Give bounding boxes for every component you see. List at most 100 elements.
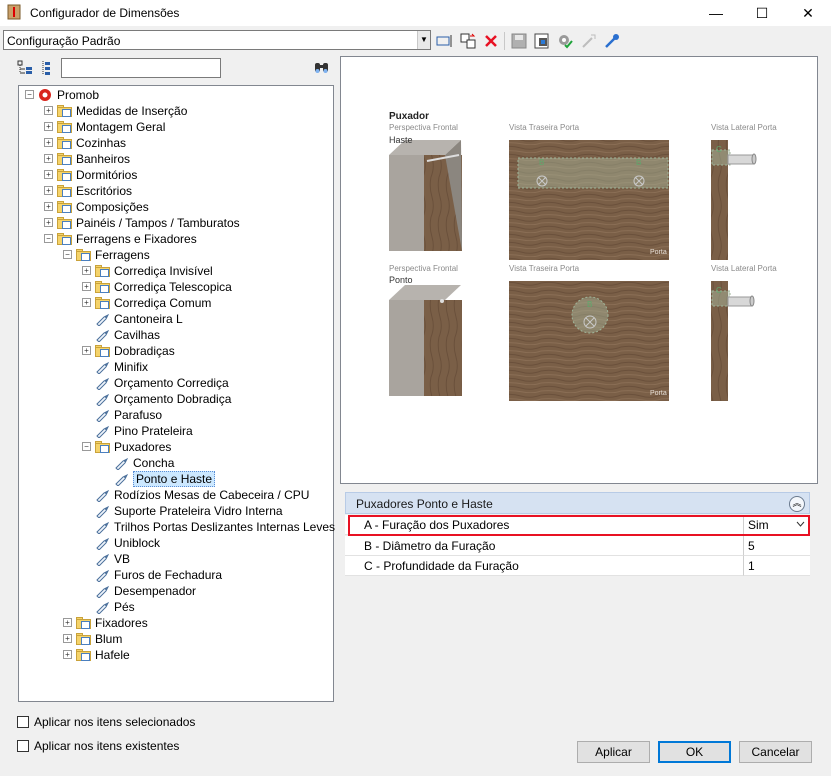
tree-item[interactable]: Trilhos Portas Deslizantes Internas Leve… <box>19 519 335 535</box>
tree-item-label: Fixadores <box>95 616 148 630</box>
apply-existing-label[interactable]: Aplicar nos itens existentes <box>34 739 179 753</box>
property-row-profundidade[interactable]: C - Profundidade da Furação 1 <box>345 556 810 576</box>
tree-item[interactable]: + Fixadores <box>19 615 329 631</box>
collapse-icon[interactable]: ︽ <box>789 496 805 512</box>
expand-icon[interactable]: + <box>44 138 53 147</box>
tree-item-label: Furos de Fechadura <box>114 568 223 582</box>
maximize-button[interactable]: ☐ <box>739 0 785 26</box>
tree-item-label: Ponto e Haste <box>133 471 216 487</box>
rename-icon[interactable] <box>436 32 454 50</box>
collapse-icon[interactable]: − <box>25 90 34 99</box>
minimize-button[interactable]: — <box>693 0 739 26</box>
tag-icon <box>95 328 111 343</box>
cancel-button[interactable]: Cancelar <box>739 741 812 763</box>
expand-icon[interactable]: + <box>82 346 91 355</box>
expand-icon[interactable]: + <box>44 202 53 211</box>
tree-item[interactable]: + Hafele <box>19 647 329 663</box>
tree-item[interactable]: Ponto e Haste <box>19 471 329 487</box>
tree-item[interactable]: + Blum <box>19 631 329 647</box>
expand-icon[interactable]: + <box>63 650 72 659</box>
tree-item[interactable]: Orçamento Dobradiça <box>19 391 329 407</box>
tree-item[interactable]: + Medidas de Inserção <box>19 103 329 119</box>
chevron-down-icon[interactable]: ▼ <box>417 31 430 49</box>
config-select[interactable]: Configuração Padrão ▼ <box>3 30 431 50</box>
tree-item[interactable]: Pino Prateleira <box>19 423 329 439</box>
expand-icon[interactable]: + <box>82 282 91 291</box>
expand-icon[interactable]: + <box>44 218 53 227</box>
expand-icon[interactable]: + <box>44 106 53 115</box>
save-icon[interactable] <box>510 32 528 50</box>
diametro-field[interactable]: 5 <box>743 536 810 556</box>
tree-item-label: Desempenador <box>114 584 197 598</box>
apply-selected-label[interactable]: Aplicar nos itens selecionados <box>34 715 195 729</box>
tree-item[interactable]: + Corrediça Comum <box>19 295 329 311</box>
settings-check-icon[interactable] <box>556 32 574 50</box>
property-group-header[interactable]: Puxadores Ponto e Haste ︽ <box>345 492 810 514</box>
copy-config-icon[interactable] <box>459 32 477 50</box>
preview-front1-caption: Perspectiva Frontal <box>389 123 458 132</box>
expand-icon[interactable]: + <box>82 298 91 307</box>
tree-item[interactable]: Suporte Prateleira Vidro Interna <box>19 503 329 519</box>
tree-item-label: Montagem Geral <box>76 120 166 134</box>
tag-icon <box>95 504 111 519</box>
tree-item[interactable]: + Corrediça Telescopica <box>19 279 329 295</box>
close-button[interactable]: ✕ <box>785 0 831 26</box>
tree-item[interactable]: Cantoneira L <box>19 311 329 327</box>
tree-item[interactable]: Furos de Fechadura <box>19 567 329 583</box>
property-row-diametro[interactable]: B - Diâmetro da Furação 5 <box>345 536 810 556</box>
tree-item[interactable]: + Banheiros <box>19 151 329 167</box>
expand-icon[interactable]: + <box>63 634 72 643</box>
folder-icon <box>76 249 92 261</box>
expand-icon[interactable]: + <box>44 122 53 131</box>
tree-item-label: Corrediça Invisível <box>114 264 213 278</box>
expand-icon[interactable]: + <box>82 266 91 275</box>
collapse-icon[interactable]: − <box>82 442 91 451</box>
tree-item[interactable]: + Dormitórios <box>19 167 329 183</box>
tree-item-label: Medidas de Inserção <box>76 104 188 118</box>
profundidade-field[interactable]: 1 <box>743 556 810 576</box>
apply-existing-checkbox[interactable] <box>17 740 29 752</box>
export-icon[interactable] <box>533 32 551 50</box>
tree-item[interactable]: + Cozinhas <box>19 135 329 151</box>
apply-selected-checkbox[interactable] <box>17 716 29 728</box>
tree-item[interactable]: − Promob <box>19 87 329 103</box>
tree-item[interactable]: Orçamento Corrediça <box>19 375 329 391</box>
tree-item[interactable]: + Escritórios <box>19 183 329 199</box>
tree-item[interactable]: − Ferragens e Fixadores <box>19 231 329 247</box>
tag-icon <box>95 376 111 391</box>
apply-button[interactable]: Aplicar <box>577 741 650 763</box>
collapse-icon[interactable]: − <box>44 234 53 243</box>
category-tree[interactable]: − Promob + Medidas de Inserção + Montagem Ger… <box>18 85 335 702</box>
delete-icon[interactable] <box>482 32 500 50</box>
tree-item[interactable]: + Montagem Geral <box>19 119 329 135</box>
pick-disabled-icon[interactable] <box>580 32 598 50</box>
tree-item[interactable]: Parafuso <box>19 407 329 423</box>
expand-icon[interactable]: + <box>44 154 53 163</box>
tree-item[interactable]: Desempenador <box>19 583 329 599</box>
tree-item[interactable]: − Puxadores <box>19 439 329 455</box>
expand-icon[interactable]: + <box>63 618 72 627</box>
tree-item[interactable]: VB <box>19 551 329 567</box>
tree-item[interactable]: + Corrediça Invisível <box>19 263 329 279</box>
collapse-all-icon[interactable] <box>38 60 52 76</box>
tag-icon <box>114 456 130 471</box>
tree-item[interactable]: + Painéis / Tampos / Tamburatos <box>19 215 329 231</box>
tree-item[interactable]: Concha <box>19 455 329 471</box>
tree-item[interactable]: Pés <box>19 599 329 615</box>
pick-icon[interactable] <box>603 32 621 50</box>
tree-item[interactable]: − Ferragens <box>19 247 329 263</box>
tree-item[interactable]: Minifix <box>19 359 329 375</box>
tree-item[interactable]: Uniblock <box>19 535 329 551</box>
tree-item[interactable]: + Composições <box>19 199 329 215</box>
search-icon[interactable] <box>313 60 331 76</box>
tree-item[interactable]: Cavilhas <box>19 327 329 343</box>
tree-search-input[interactable] <box>61 58 221 78</box>
ok-button[interactable]: OK <box>658 741 731 763</box>
tree-item[interactable]: + Dobradiças <box>19 343 329 359</box>
expand-all-icon[interactable] <box>17 60 33 76</box>
collapse-icon[interactable]: − <box>63 250 72 259</box>
tree-item[interactable]: Rodízios Mesas de Cabeceira / CPU <box>19 487 329 503</box>
expand-icon[interactable]: + <box>44 170 53 179</box>
preview-mark-c1: C <box>716 145 722 154</box>
expand-icon[interactable]: + <box>44 186 53 195</box>
